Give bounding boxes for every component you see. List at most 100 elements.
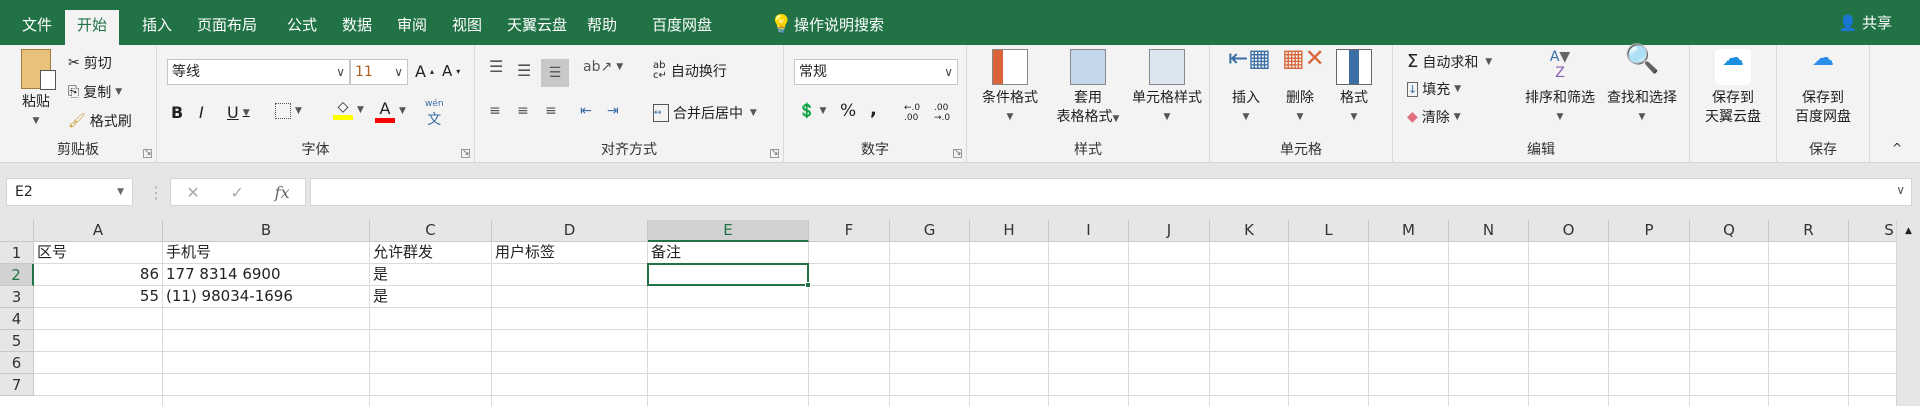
cell-C8[interactable] (370, 396, 492, 406)
format-cells-button[interactable]: 格式 ▼ (1332, 49, 1376, 127)
cell-P8[interactable] (1609, 396, 1690, 406)
column-header-H[interactable]: H (970, 220, 1049, 242)
cell-J6[interactable] (1129, 352, 1210, 374)
cell-C5[interactable] (370, 330, 492, 352)
cell-O7[interactable] (1529, 374, 1609, 396)
cell-A5[interactable] (34, 330, 163, 352)
column-header-M[interactable]: M (1369, 220, 1449, 242)
cell-I7[interactable] (1049, 374, 1129, 396)
cell-G4[interactable] (890, 308, 970, 330)
cell-Q4[interactable] (1690, 308, 1769, 330)
wrap-text-button[interactable]: ab c↵ 自动换行 (653, 61, 727, 81)
cell-B8[interactable] (163, 396, 370, 406)
font-size-select[interactable]: 11 ∨ (350, 59, 408, 85)
fill-button[interactable]: ↓ 填充 ▼ (1407, 79, 1461, 99)
font-color-button[interactable]: A ▼ (375, 99, 406, 123)
cell-A7[interactable] (34, 374, 163, 396)
cell-E2[interactable] (648, 264, 809, 286)
collapse-ribbon-icon[interactable]: ^ (1892, 141, 1902, 155)
expand-formula-icon[interactable]: ∨ (1896, 183, 1905, 197)
cell-P6[interactable] (1609, 352, 1690, 374)
cell-L2[interactable] (1289, 264, 1369, 286)
align-right-button[interactable]: ≡ (545, 103, 557, 119)
cell-D3[interactable] (492, 286, 648, 308)
number-format-select[interactable]: 常规 ∨ (794, 59, 958, 85)
cell-F2[interactable] (809, 264, 890, 286)
cell-G3[interactable] (890, 286, 970, 308)
cell-J1[interactable] (1129, 242, 1210, 264)
column-header-R[interactable]: R (1769, 220, 1849, 242)
cell-A6[interactable] (34, 352, 163, 374)
cell-I8[interactable] (1049, 396, 1129, 406)
dialog-launcher-icon[interactable]: ↘ (953, 149, 962, 158)
cell-C6[interactable] (370, 352, 492, 374)
cell-M6[interactable] (1369, 352, 1449, 374)
cell-P5[interactable] (1609, 330, 1690, 352)
cell-N7[interactable] (1449, 374, 1529, 396)
cell-L8[interactable] (1289, 396, 1369, 406)
cell-G7[interactable] (890, 374, 970, 396)
column-header-C[interactable]: C (370, 220, 492, 242)
cell-R3[interactable] (1769, 286, 1849, 308)
cell-K7[interactable] (1210, 374, 1289, 396)
cell-D8[interactable] (492, 396, 648, 406)
clear-button[interactable]: ◆ 清除 ▼ (1407, 107, 1461, 127)
cell-J2[interactable] (1129, 264, 1210, 286)
cell-B2[interactable]: 177 8314 6900 (163, 264, 370, 286)
cell-S2[interactable] (1849, 264, 1896, 286)
cell-R4[interactable] (1769, 308, 1849, 330)
cell-M5[interactable] (1369, 330, 1449, 352)
scroll-up-icon[interactable]: ▲ (1897, 226, 1920, 236)
cell-J8[interactable] (1129, 396, 1210, 406)
cell-C1[interactable]: 允许群发 (370, 242, 492, 264)
cell-S1[interactable] (1849, 242, 1896, 264)
bold-button[interactable]: B (171, 103, 183, 122)
font-name-select[interactable]: 等线 ∨ (167, 59, 350, 85)
cell-J5[interactable] (1129, 330, 1210, 352)
align-middle-button[interactable]: ☰ (517, 61, 531, 80)
cell-K3[interactable] (1210, 286, 1289, 308)
column-header-L[interactable]: L (1289, 220, 1369, 242)
cell-D6[interactable] (492, 352, 648, 374)
cell-Q8[interactable] (1690, 396, 1769, 406)
cell-F3[interactable] (809, 286, 890, 308)
conditional-formatting-button[interactable]: 条件格式 ▼ (977, 49, 1043, 127)
dialog-launcher-icon[interactable]: ↘ (143, 149, 152, 158)
merge-center-button[interactable]: ↔ 合并后居中 ▼ (653, 103, 757, 123)
tab-9[interactable]: 帮助 (575, 10, 629, 45)
cell-L3[interactable] (1289, 286, 1369, 308)
cell-R6[interactable] (1769, 352, 1849, 374)
cell-Q7[interactable] (1690, 374, 1769, 396)
save-to-tianyi-button[interactable]: ☁ 保存到 天翼云盘 (1694, 48, 1772, 127)
enter-icon[interactable]: ✓ (231, 183, 244, 202)
column-header-I[interactable]: I (1049, 220, 1129, 242)
find-select-button[interactable]: 🔍 查找和选择 ▼ (1601, 45, 1683, 127)
column-header-N[interactable]: N (1449, 220, 1529, 242)
cell-P1[interactable] (1609, 242, 1690, 264)
cell-R8[interactable] (1769, 396, 1849, 406)
save-to-baidu-button[interactable]: ☁ 保存到 百度网盘 (1781, 48, 1865, 127)
align-bottom-button[interactable]: ☰ (541, 59, 569, 87)
column-header-E[interactable]: E (648, 220, 809, 242)
cell-E4[interactable] (648, 308, 809, 330)
cell-E6[interactable] (648, 352, 809, 374)
tell-me-search[interactable]: 操作说明搜索 (782, 10, 896, 45)
tab-0[interactable]: 文件 (10, 10, 64, 45)
select-all-corner[interactable] (0, 220, 34, 242)
cell-N6[interactable] (1449, 352, 1529, 374)
column-header-J[interactable]: J (1129, 220, 1210, 242)
tab-1[interactable]: 开始 (65, 10, 120, 45)
increase-indent-button[interactable]: ⇥ (607, 103, 619, 119)
cell-B5[interactable] (163, 330, 370, 352)
cell-A8[interactable] (34, 396, 163, 406)
cell-E1[interactable]: 备注 (648, 242, 809, 264)
cell-M1[interactable] (1369, 242, 1449, 264)
cell-E8[interactable] (648, 396, 809, 406)
cell-Q6[interactable] (1690, 352, 1769, 374)
cell-H6[interactable] (970, 352, 1049, 374)
column-header-G[interactable]: G (890, 220, 970, 242)
cell-B1[interactable]: 手机号 (163, 242, 370, 264)
row-header-4[interactable]: 4 (0, 308, 34, 330)
cell-F8[interactable] (809, 396, 890, 406)
share-button[interactable]: 👤 共享 (1839, 12, 1892, 33)
